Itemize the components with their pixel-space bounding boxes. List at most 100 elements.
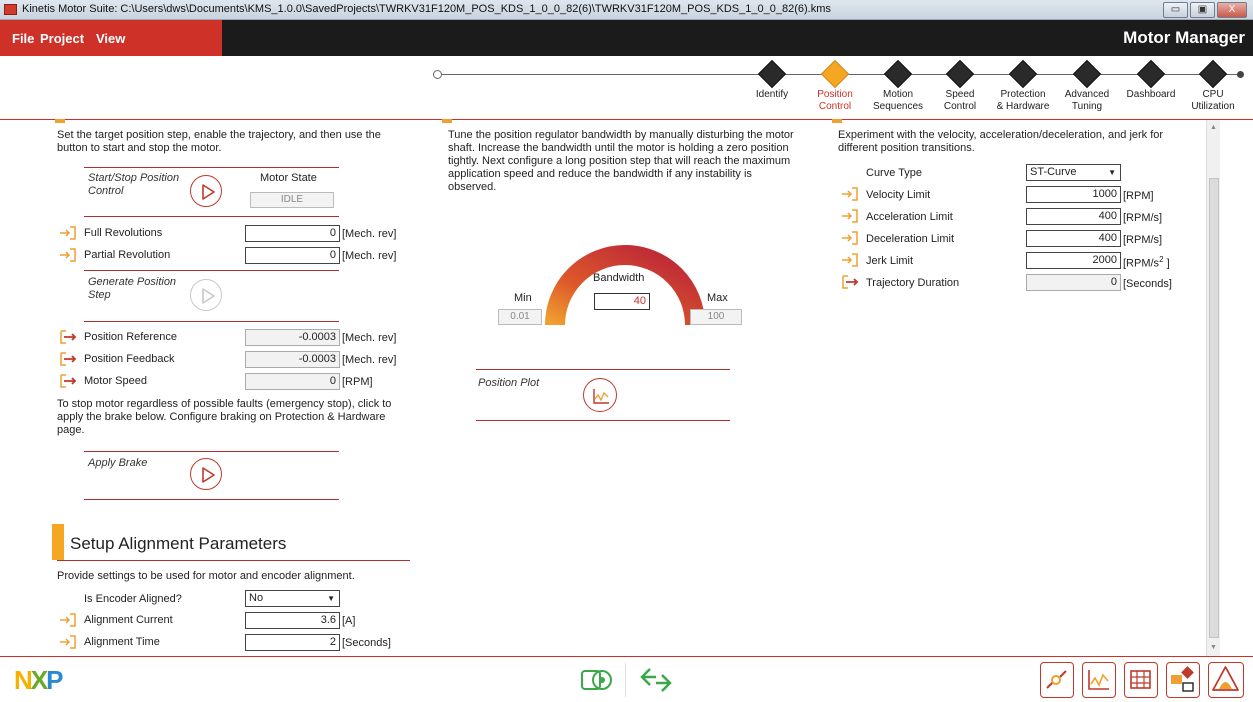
footer-bar: NXP bbox=[0, 656, 1253, 702]
gauge-needle[interactable] bbox=[590, 222, 604, 246]
connection-tool-button[interactable] bbox=[1040, 662, 1074, 698]
alignment-description: Provide settings to be used for motor an… bbox=[57, 570, 355, 582]
start-stop-button[interactable] bbox=[190, 175, 222, 207]
step-advanced-tuning-icon[interactable] bbox=[1072, 59, 1102, 89]
section-accent bbox=[52, 524, 64, 560]
step-advanced-tuning-label[interactable]: Advanced Tuning bbox=[1052, 89, 1122, 113]
step-cpu-utilization-icon[interactable] bbox=[1198, 59, 1228, 89]
jerk-limit-unit: [RPM/s2 ] bbox=[1123, 255, 1170, 270]
output-arrow-icon bbox=[60, 330, 77, 344]
brake-description: To stop motor regardless of possible fau… bbox=[57, 398, 392, 436]
curve-type-dropdown[interactable]: ST-Curve ▼ bbox=[1026, 164, 1121, 181]
step-motion-sequences-icon[interactable] bbox=[883, 59, 913, 89]
output-arrow-icon bbox=[60, 352, 77, 366]
table-tool-button[interactable] bbox=[1124, 662, 1158, 698]
motor-icon[interactable] bbox=[580, 665, 614, 695]
step-speed-control-icon[interactable] bbox=[945, 59, 975, 89]
step-position-control-icon[interactable] bbox=[820, 59, 850, 89]
vertical-scrollbar[interactable]: ▲ ▼ bbox=[1206, 120, 1220, 656]
menu-view[interactable]: View bbox=[96, 31, 125, 46]
position-reference-value: -0.0003 bbox=[245, 329, 340, 346]
trajectory-duration-value: 0 bbox=[1026, 274, 1121, 291]
acceleration-limit-input[interactable]: 400 bbox=[1026, 208, 1121, 225]
scroll-up-icon[interactable]: ▲ bbox=[1210, 124, 1217, 131]
bandwidth-label: Bandwidth bbox=[593, 272, 645, 284]
scrollbar-thumb[interactable] bbox=[1209, 178, 1219, 638]
output-arrow-icon bbox=[842, 275, 859, 289]
position-plot-label: Position Plot bbox=[478, 377, 540, 389]
logo-p: P bbox=[46, 665, 63, 695]
full-revolutions-input[interactable]: 0 bbox=[245, 225, 340, 242]
section-divider bbox=[57, 560, 410, 561]
table-icon bbox=[1130, 670, 1151, 689]
step-identify-icon[interactable] bbox=[757, 59, 787, 89]
motor-speed-label: Motor Speed bbox=[84, 375, 147, 387]
motor-speed-value: 0 bbox=[245, 373, 340, 390]
position-feedback-value: -0.0003 bbox=[245, 351, 340, 368]
workflow-start-dot bbox=[433, 70, 442, 79]
bandwidth-input[interactable]: 40 bbox=[594, 293, 650, 310]
maximize-button[interactable]: ▣ bbox=[1190, 2, 1215, 18]
trajectory-duration-label: Trajectory Duration bbox=[866, 277, 960, 289]
partial-revolution-label: Partial Revolution bbox=[84, 249, 171, 261]
deceleration-limit-input[interactable]: 400 bbox=[1026, 230, 1121, 247]
divider bbox=[84, 167, 339, 168]
step-identify-label[interactable]: Identify bbox=[737, 89, 807, 101]
max-value: 100 bbox=[690, 309, 742, 325]
step-dashboard-icon[interactable] bbox=[1136, 59, 1166, 89]
min-label: Min bbox=[514, 292, 532, 304]
step-protection-hardware-icon[interactable] bbox=[1008, 59, 1038, 89]
motor-speed-unit: [RPM] bbox=[342, 376, 373, 388]
step-motion-sequences-label[interactable]: Motion Sequences bbox=[863, 89, 933, 113]
position-plot-button[interactable] bbox=[583, 378, 617, 412]
close-button[interactable]: X bbox=[1217, 2, 1247, 18]
acceleration-limit-unit: [RPM/s] bbox=[1123, 212, 1163, 224]
menu-file[interactable]: File bbox=[12, 31, 34, 46]
apply-brake-button[interactable] bbox=[190, 458, 222, 490]
step-dashboard-label[interactable]: Dashboard bbox=[1116, 89, 1186, 101]
alignment-time-input[interactable]: 2 bbox=[245, 634, 340, 651]
right-description: Experiment with the velocity, accelerati… bbox=[838, 129, 1164, 154]
velocity-limit-input[interactable]: 1000 bbox=[1026, 186, 1121, 203]
menu-project[interactable]: Project bbox=[40, 31, 84, 46]
block-diagram-icon bbox=[1171, 666, 1194, 692]
scope-tool-button[interactable] bbox=[1082, 662, 1116, 698]
connect-arrows-icon[interactable] bbox=[638, 665, 674, 695]
play-icon bbox=[202, 288, 215, 304]
step-cpu-utilization-label[interactable]: CPU Utilization bbox=[1178, 89, 1248, 113]
step-protection-hardware-label[interactable]: Protection & Hardware bbox=[988, 89, 1058, 113]
encoder-aligned-dropdown[interactable]: No ▼ bbox=[245, 590, 340, 607]
alignment-current-label: Alignment Current bbox=[84, 614, 173, 626]
scope-icon bbox=[1088, 670, 1109, 690]
jerk-limit-input[interactable]: 2000 bbox=[1026, 252, 1121, 269]
generate-position-step-label: Generate Position Step bbox=[88, 276, 177, 301]
plot-icon bbox=[593, 389, 609, 404]
alarm-tool-button[interactable] bbox=[1208, 662, 1244, 698]
jerk-limit-label: Jerk Limit bbox=[866, 255, 914, 267]
full-revolutions-label: Full Revolutions bbox=[84, 227, 163, 239]
play-icon bbox=[202, 467, 215, 483]
input-arrow-icon bbox=[842, 209, 858, 223]
position-reference-label: Position Reference bbox=[84, 331, 177, 343]
min-value: 0.01 bbox=[498, 309, 542, 325]
divider bbox=[84, 499, 339, 500]
control-diagram-tool-button[interactable] bbox=[1166, 662, 1200, 698]
velocity-limit-label: Velocity Limit bbox=[866, 189, 931, 201]
generate-position-step-button[interactable] bbox=[190, 279, 222, 311]
minimize-button[interactable]: ▭ bbox=[1163, 2, 1188, 18]
warning-icon bbox=[1212, 666, 1239, 691]
motor-state-label: Motor State bbox=[260, 172, 317, 184]
step-speed-control-label[interactable]: Speed Control bbox=[925, 89, 995, 113]
alignment-current-input[interactable]: 3.6 bbox=[245, 612, 340, 629]
divider bbox=[84, 451, 339, 452]
step-position-control-label[interactable]: Position Control bbox=[800, 89, 870, 113]
divider bbox=[476, 369, 730, 370]
scroll-down-icon[interactable]: ▼ bbox=[1210, 644, 1217, 651]
plug-icon bbox=[1046, 670, 1067, 689]
alignment-section-title: Setup Alignment Parameters bbox=[70, 534, 287, 553]
input-arrow-icon bbox=[60, 635, 76, 649]
input-arrow-icon bbox=[60, 226, 76, 240]
deceleration-limit-unit: [RPM/s] bbox=[1123, 234, 1163, 246]
alignment-current-unit: [A] bbox=[342, 615, 356, 627]
partial-revolution-input[interactable]: 0 bbox=[245, 247, 340, 264]
